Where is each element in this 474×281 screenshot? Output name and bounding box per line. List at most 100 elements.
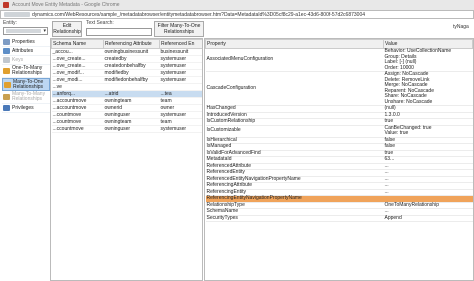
table-cell-schema: ...ve bbox=[51, 83, 104, 91]
edit-relationship-button[interactable]: Edit Relationship bbox=[52, 21, 82, 37]
property-value-line: ... bbox=[384, 169, 389, 175]
property-value-line: ... bbox=[384, 208, 389, 214]
entity-select[interactable]: ▾ bbox=[3, 27, 48, 35]
sidebar-item-label: One-To-Many Relationships bbox=[12, 65, 43, 76]
property-row[interactable]: AssociatedMenuConfiguration Behavior: Use… bbox=[205, 48, 473, 72]
property-value-line: OneToManyRelationship bbox=[384, 201, 439, 208]
sidebar-item-icon bbox=[3, 57, 10, 63]
cell-text: ...ove_modi... bbox=[52, 77, 83, 83]
property-row[interactable]: SecurityTypes Append bbox=[205, 214, 473, 222]
table-row[interactable]: ...countmove owningteam team bbox=[51, 118, 202, 126]
property-name: AssociatedMenuConfiguration bbox=[205, 48, 384, 72]
cell-text: ...ccountmove bbox=[52, 126, 84, 132]
table-row[interactable]: ...ove_create... createdby systemuser bbox=[51, 55, 202, 63]
cell-text: systemuser bbox=[160, 56, 187, 62]
cell-text: owner bbox=[160, 105, 175, 111]
cell-text: ...tea bbox=[160, 91, 172, 97]
table-cell-schema: ...accountmove bbox=[51, 97, 104, 105]
cell-text: systemuser bbox=[160, 112, 187, 118]
cell-text: owningteam bbox=[104, 119, 132, 125]
cell-text: modifiedby bbox=[104, 70, 129, 76]
property-value: CanBeChanged: true Value: true bbox=[383, 125, 473, 138]
table-cell-entity: team bbox=[159, 97, 202, 105]
property-value-line: ... bbox=[384, 162, 389, 169]
top-right-text: tyNaga bbox=[453, 24, 469, 30]
property-value-line: Append bbox=[384, 214, 402, 221]
property-value-line: Unshare: NoCascade bbox=[384, 98, 433, 105]
table-row[interactable]: ...countmove owninguser systemuser bbox=[51, 111, 202, 119]
table-row[interactable]: ...accountmove ownerid owner bbox=[51, 104, 202, 112]
cell-text: owningbusinessunit bbox=[104, 49, 149, 55]
cell-text: systemuser bbox=[160, 77, 187, 83]
property-name: CascadeConfiguration bbox=[205, 71, 384, 106]
table-cell-schema: ...accountmove bbox=[51, 104, 104, 112]
cell-text: ...accountmove bbox=[52, 105, 87, 111]
sidebar-item-attributes[interactable]: Attributes bbox=[2, 47, 50, 56]
table-cell-schema: ...anforq... bbox=[51, 90, 104, 98]
cell-text: owninguser bbox=[104, 112, 131, 118]
sidebar-item-icon bbox=[3, 48, 10, 54]
table-cell-attr: modifiedby bbox=[103, 69, 160, 77]
table-cell-attr: createdby bbox=[103, 55, 160, 63]
column-header-referenced-entity[interactable]: Referenced En bbox=[159, 39, 202, 49]
table-cell-attr: owningteam bbox=[103, 97, 160, 105]
table-cell-schema: ...ove_modif... bbox=[51, 69, 104, 77]
sidebar-item-many-to-one-relationships[interactable]: Many-To-One Relationships bbox=[2, 78, 50, 91]
table-cell-attr: owningteam bbox=[103, 118, 160, 126]
table-row[interactable]: ...ove_create... createdonbehalfby systemu… bbox=[51, 62, 202, 70]
property-value-line: false bbox=[384, 136, 396, 143]
table-cell-entity bbox=[159, 83, 202, 91]
sidebar-item-one-to-many-relationships[interactable]: One-To-Many Relationships bbox=[2, 65, 50, 78]
property-value-line: 1.3.0.0 bbox=[384, 111, 400, 118]
url-text[interactable]: dynamics.com/WebResources/sample_/metada… bbox=[32, 12, 365, 18]
cell-text: createdby bbox=[104, 56, 127, 62]
table-cell-entity: systemuser bbox=[159, 125, 202, 133]
sidebar-item-icon bbox=[3, 68, 10, 74]
column-header-referencing-attribute[interactable]: Referencing Attribute bbox=[103, 39, 160, 49]
sidebar-item-label: Properties bbox=[12, 38, 35, 45]
table-row[interactable]: ...ccountmove owninguser systemuser bbox=[51, 125, 202, 133]
property-name: IsCustomizable bbox=[205, 125, 384, 138]
table-cell-attr bbox=[103, 83, 160, 91]
property-name: SecurityTypes bbox=[205, 215, 384, 222]
cell-text: businessunit bbox=[160, 49, 189, 55]
sidebar-item-label: Many-To-Many Relationships bbox=[12, 91, 46, 102]
property-value-line: ... bbox=[384, 175, 389, 182]
column-header-property[interactable]: Property bbox=[205, 39, 384, 49]
sidebar-item-keys[interactable]: Keys bbox=[2, 56, 50, 65]
property-value-line: true bbox=[384, 149, 394, 156]
table-cell-entity: systemuser bbox=[159, 76, 202, 84]
sidebar-item-many-to-many-relationships[interactable]: Many-To-Many Relationships bbox=[2, 91, 50, 104]
window-title: Account Move Entity Metadata - Google Ch… bbox=[12, 2, 120, 8]
address-bar[interactable]: dynamics.com/WebResources/sample_/metada… bbox=[0, 10, 474, 19]
table-row[interactable]: ...ove_modi... modifiedonbehalfby systemus… bbox=[51, 76, 202, 84]
table-cell-entity: team bbox=[159, 118, 202, 126]
cell-text: systemuser bbox=[160, 126, 187, 132]
property-value-line: true bbox=[384, 118, 394, 124]
table-row[interactable]: ...accountmove owningteam team bbox=[51, 97, 202, 105]
table-row[interactable]: ...ove_modif... modifiedby systemuser bbox=[51, 69, 202, 77]
property-row[interactable]: CascadeConfiguration Assign: NoCascade Del… bbox=[205, 71, 473, 106]
url-redacted bbox=[4, 12, 30, 17]
filter-relationships-button[interactable]: Filter Many-To-One Relationships bbox=[154, 21, 204, 37]
text-search-input[interactable] bbox=[86, 28, 152, 36]
property-value: Assign: NoCascade Delete: RemoveLink Merge… bbox=[383, 71, 473, 106]
table-cell-schema: _accou... bbox=[51, 48, 104, 56]
table-cell-entity: systemuser bbox=[159, 62, 202, 70]
property-row[interactable]: IsCustomizable CanBeChanged: true Value: t… bbox=[205, 125, 473, 138]
table-cell-schema: ...ove_modi... bbox=[51, 76, 104, 84]
sidebar-item-privileges[interactable]: Privileges bbox=[2, 104, 50, 113]
table-cell-attr: createdonbehalfby bbox=[103, 62, 160, 70]
cell-text: ...countmove bbox=[52, 112, 82, 118]
table-row[interactable]: _accou... owningbusinessunit businessunit bbox=[51, 48, 202, 56]
table-cell-entity: systemuser bbox=[159, 69, 202, 77]
property-value-line: 63... bbox=[384, 156, 395, 162]
table-cell-entity: businessunit bbox=[159, 48, 202, 56]
column-header-schema-name[interactable]: Schema Name bbox=[51, 39, 104, 49]
table-row[interactable]: ...ve bbox=[51, 83, 202, 91]
table-cell-schema: ...ccountmove bbox=[51, 125, 104, 133]
table-row[interactable]: ...anforq... ...atrid ...tea bbox=[51, 90, 202, 98]
sidebar-item-properties[interactable]: Properties bbox=[2, 38, 50, 47]
cell-text: _accou... bbox=[52, 49, 73, 55]
property-value-line: false bbox=[384, 143, 396, 149]
